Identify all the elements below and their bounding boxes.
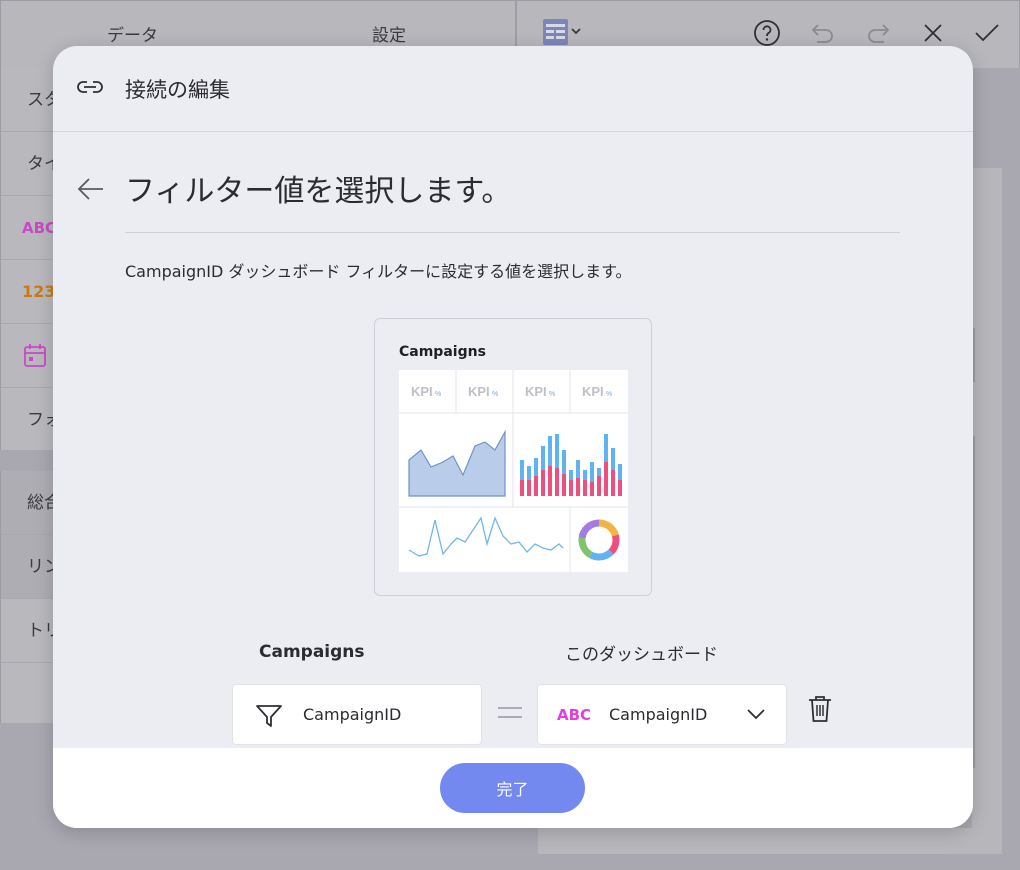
close-icon[interactable] (919, 19, 947, 47)
trash-icon[interactable] (807, 694, 833, 724)
kpi-percent: % (492, 391, 498, 398)
sidebar-row[interactable] (1, 324, 57, 388)
thumbnail-dashboard: KPI % KPI % KPI % KPI % (399, 370, 628, 572)
donut-chart (578, 519, 620, 561)
sidebar-row[interactable]: スタ (1, 68, 57, 132)
thumbnail-title: Campaigns (399, 344, 486, 360)
sidebar-gap (0, 450, 56, 471)
title-divider (125, 232, 900, 233)
sidebar-row[interactable]: フォ (1, 388, 57, 452)
toolbar-divider (515, 1, 517, 47)
chevron-down-icon (747, 709, 765, 720)
filter-icon (256, 705, 282, 727)
background-panel (972, 168, 1002, 854)
sidebar-row[interactable]: 123 (1, 260, 57, 324)
target-field-select[interactable]: ABC CampaignID (537, 684, 787, 745)
tab-settings[interactable]: 設定 (372, 21, 406, 46)
back-arrow-icon[interactable] (75, 174, 105, 204)
check-icon[interactable] (973, 19, 1001, 47)
kpi-percent: % (549, 391, 555, 398)
dashboard-preview-graphic: KPI % KPI % KPI % KPI % (399, 370, 628, 572)
dashboard-thumbnail: Campaigns KPI % KPI % KPI % KPI % (374, 318, 652, 596)
edit-connection-dialog: 接続の編集 フィルター値を選択します。 CampaignID ダッシュボード フ… (53, 46, 973, 828)
tab-data[interactable]: データ (107, 21, 158, 46)
area-chart (408, 429, 506, 497)
grid-icon[interactable] (543, 19, 583, 47)
target-field-name: CampaignID (609, 705, 708, 724)
abc-type-icon: ABC (557, 706, 592, 724)
dialog-footer: 完了 (53, 748, 973, 828)
source-dashboard-label: Campaigns (259, 642, 365, 662)
help-icon[interactable] (753, 19, 781, 47)
sidebar-row[interactable]: ABC (1, 196, 57, 260)
kpi-label: KPI (468, 384, 490, 399)
background-panel (538, 828, 1002, 854)
sidebar-row[interactable]: リン (1, 535, 57, 599)
kpi-percent: % (435, 391, 441, 398)
sidebar-row[interactable]: 総合 (1, 471, 57, 535)
calendar-icon (24, 344, 46, 367)
line-chart (408, 516, 564, 557)
kpi-label: KPI (411, 384, 433, 399)
kpi-percent: % (606, 391, 612, 398)
dialog-title: 接続の編集 (125, 78, 230, 102)
redo-icon[interactable] (864, 19, 892, 47)
kpi-label: KPI (582, 384, 604, 399)
step-title: フィルター値を選択します。 (125, 174, 512, 209)
link-icon (77, 81, 103, 93)
source-field: CampaignID (232, 684, 482, 745)
dialog-header: 接続の編集 (53, 46, 973, 132)
sidebar-row[interactable]: トリ (1, 599, 57, 663)
settings-sidebar: スタ タイ ABC 123 フォ 総合 リン トリ (0, 68, 57, 723)
bar-chart (520, 434, 622, 496)
sidebar-row[interactable]: タイ (1, 132, 57, 196)
this-dashboard-label: このダッシュボード (565, 645, 718, 665)
done-button[interactable]: 完了 (440, 763, 585, 813)
kpi-label: KPI (525, 384, 547, 399)
undo-icon[interactable] (809, 19, 837, 47)
source-field-name: CampaignID (303, 705, 402, 724)
equals-icon (498, 707, 522, 719)
step-description: CampaignID ダッシュボード フィルターに設定する値を選択します。 (125, 262, 632, 281)
